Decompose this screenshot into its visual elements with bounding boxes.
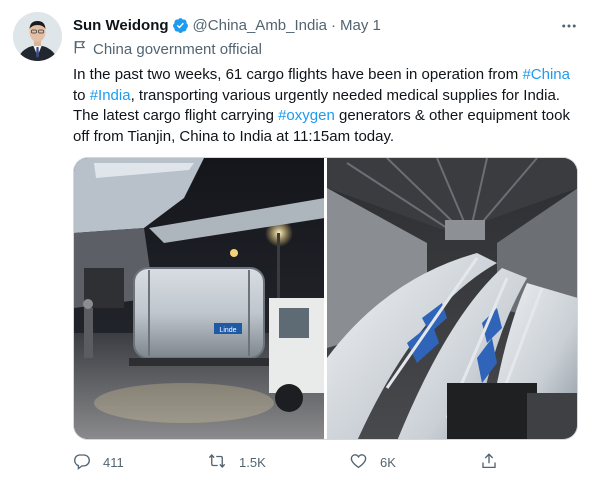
tweet-header: Sun Weidong @China_Amb_India · May 1 [73, 15, 381, 35]
hashtag-link[interactable]: #oxygen [278, 107, 335, 124]
share-button[interactable] [480, 452, 510, 473]
more-options-icon[interactable] [559, 16, 579, 36]
flag-icon [73, 40, 93, 58]
tweet-text: In the past two weeks, 61 cargo flights … [73, 65, 583, 147]
author-name[interactable]: Sun Weidong [73, 17, 169, 34]
reply-button[interactable]: 411 [73, 452, 124, 473]
author-handle[interactable]: @China_Amb_India [193, 17, 327, 34]
tweet-actions: 411 1.5K 6K [73, 452, 513, 474]
media-photo-cargo-hold[interactable] [326, 158, 577, 439]
tweet-date[interactable]: May 1 [340, 17, 381, 34]
hashtag-link[interactable]: #India [90, 87, 131, 104]
account-label[interactable]: China government official [73, 40, 262, 58]
tank-logo-text: Linde [219, 327, 236, 334]
verified-badge-icon [172, 17, 189, 34]
retweet-button[interactable]: 1.5K [207, 452, 266, 473]
tweet-media[interactable]: Linde [73, 157, 578, 440]
tweet-text-segment: to [73, 86, 90, 104]
avatar[interactable] [13, 12, 62, 61]
retweet-count: 1.5K [239, 455, 266, 470]
heart-icon [349, 452, 380, 473]
reply-count: 411 [103, 455, 124, 470]
separator-dot: · [331, 16, 337, 34]
reply-icon [73, 452, 103, 473]
tweet-card[interactable]: Sun Weidong @China_Amb_India · May 1 Chi… [0, 0, 595, 493]
media-photo-cargo-plane-tank[interactable]: Linde [74, 158, 324, 439]
share-icon [480, 452, 510, 473]
like-count: 6K [380, 455, 396, 470]
tweet-text-segment: In the past two weeks, 61 cargo flights … [73, 66, 523, 83]
account-label-text: China government official [93, 40, 262, 58]
like-button[interactable]: 6K [349, 452, 396, 473]
hashtag-link[interactable]: #China [522, 66, 570, 83]
retweet-icon [207, 452, 239, 473]
